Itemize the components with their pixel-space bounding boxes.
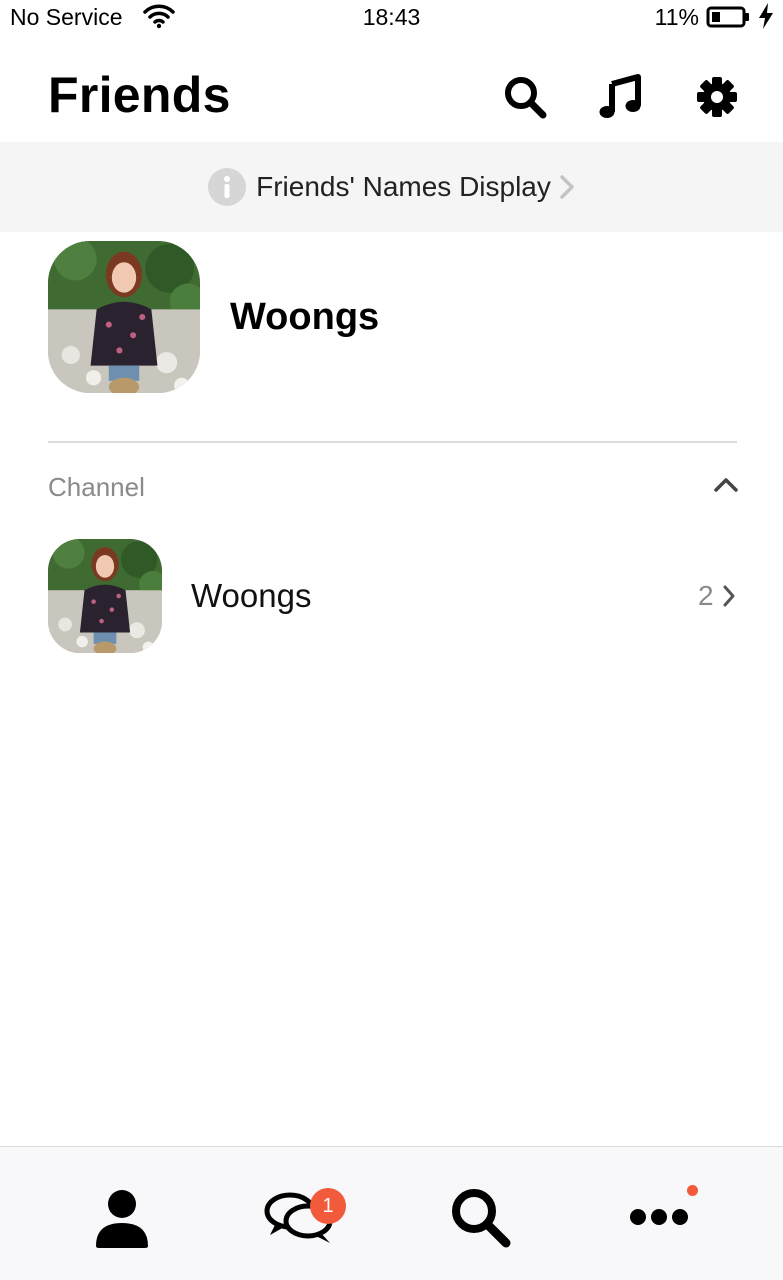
more-dots-icon (630, 1209, 688, 1225)
page-title: Friends (48, 67, 231, 123)
profile-name: Woongs (230, 296, 380, 338)
app-header: Friends (0, 50, 783, 142)
search-icon (452, 1189, 511, 1248)
my-profile-row[interactable]: Woongs (0, 232, 783, 402)
status-bar: No Service 18:43 11% (0, 0, 783, 34)
names-display-banner[interactable]: Friends' Names Display (0, 142, 783, 232)
chevron-up-icon[interactable] (712, 474, 740, 496)
chevron-right-icon (560, 175, 574, 199)
unread-badge: 1 (310, 1188, 346, 1224)
gear-icon[interactable] (694, 74, 740, 120)
battery-percent: 11% (654, 4, 699, 30)
notification-dot (687, 1185, 698, 1196)
avatar[interactable] (48, 241, 200, 393)
banner-text: Friends' Names Display (256, 171, 551, 202)
channel-name: Woongs (191, 577, 312, 614)
channel-section-header: Channel (0, 460, 783, 512)
friends-screen: No Service 18:43 11% Friends Friends' Na… (0, 0, 783, 1280)
chevron-right-icon (723, 585, 735, 607)
section-divider (48, 441, 737, 443)
section-title: Channel (48, 472, 145, 502)
bolt-icon (757, 2, 775, 36)
channel-avatar (48, 539, 162, 653)
nav-friends-tab[interactable] (87, 1183, 157, 1253)
nav-more-tab[interactable] (622, 1183, 692, 1253)
music-note-icon[interactable] (598, 74, 644, 120)
search-icon[interactable] (502, 74, 548, 120)
person-icon (96, 1190, 148, 1248)
channel-count: 2 (698, 580, 714, 611)
nav-search-tab[interactable] (446, 1183, 516, 1253)
battery-icon (706, 6, 750, 34)
channel-item[interactable]: Woongs 2 (0, 530, 783, 660)
bottom-nav: 1 (0, 1146, 783, 1280)
info-icon (208, 168, 247, 206)
